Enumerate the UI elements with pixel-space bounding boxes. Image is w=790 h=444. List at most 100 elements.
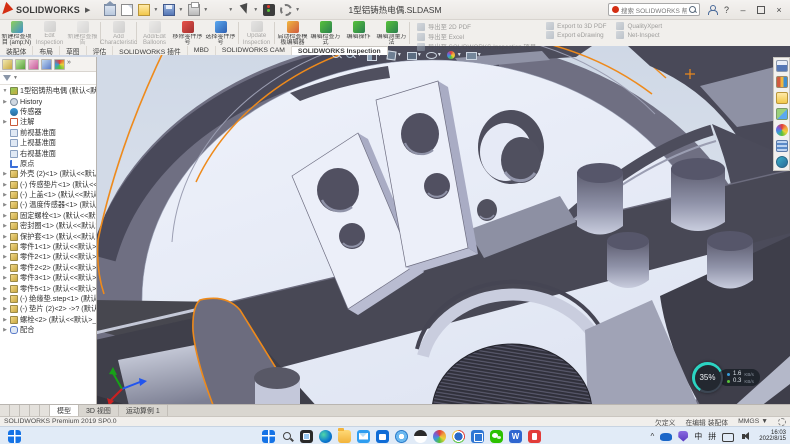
stud-4[interactable] xyxy=(707,231,753,289)
tree-item[interactable]: 传感器 xyxy=(0,107,96,117)
wechat-icon[interactable] xyxy=(490,430,503,443)
search-box[interactable]: 搜索 SOLIDWORKS 帮助 xyxy=(608,3,700,16)
expander-icon[interactable]: ▶ xyxy=(2,296,8,302)
qq-icon[interactable] xyxy=(414,430,427,443)
tab-SOLIDWORKS CAM[interactable]: SOLIDWORKS CAM xyxy=(216,46,292,55)
hide-show-items-group[interactable]: ▼ xyxy=(426,50,442,60)
stud-1[interactable] xyxy=(577,163,623,235)
file-explorer-icon[interactable] xyxy=(776,92,788,104)
expander-icon[interactable]: ▶ xyxy=(2,99,8,105)
edit-appearance-caret-icon[interactable]: ▼ xyxy=(457,52,462,58)
tree-item[interactable]: ▶零件5<1> (默认<<默认>_显示状态 xyxy=(0,283,96,293)
open-caret-icon[interactable]: ▼ xyxy=(153,7,158,13)
pointer-icon[interactable] xyxy=(238,4,250,16)
options-caret-icon[interactable]: ▼ xyxy=(295,7,300,13)
tab-布局[interactable]: 布局 xyxy=(33,46,60,55)
stud-2[interactable] xyxy=(671,158,725,231)
undo-icon[interactable] xyxy=(213,4,225,16)
splitter-tab[interactable] xyxy=(30,405,40,416)
expander-icon[interactable]: ▶ xyxy=(2,182,8,188)
stud-3[interactable] xyxy=(607,232,649,288)
tree-item[interactable]: 上视基准面 xyxy=(0,138,96,148)
display-icon[interactable] xyxy=(722,433,734,442)
add-characteristic-button[interactable]: Add Characteristic xyxy=(102,20,135,46)
save-caret-icon[interactable]: ▼ xyxy=(178,7,183,13)
tree-item[interactable]: ▶外壳 (2)<1> (默认<<默认>_显示状态 xyxy=(0,169,96,179)
security-shield-icon[interactable] xyxy=(678,431,688,442)
splitter-tab[interactable] xyxy=(0,405,10,416)
new-doc-icon[interactable] xyxy=(121,4,133,16)
print-caret-icon[interactable]: ▼ xyxy=(203,7,208,13)
units-selector[interactable]: MMGS ▼ xyxy=(738,418,768,425)
print-icon[interactable] xyxy=(188,4,200,16)
mail-icon[interactable] xyxy=(357,430,370,443)
root-expander-icon[interactable]: ▼ xyxy=(2,88,8,94)
task-view-icon[interactable] xyxy=(300,430,313,443)
tree-item[interactable]: 右视基准面 xyxy=(0,148,96,158)
view-settings-icon[interactable] xyxy=(466,50,476,60)
reader-icon[interactable] xyxy=(471,430,484,443)
view-settings-caret-icon[interactable]: ▼ xyxy=(477,52,482,58)
panel-tab-dimxpertmanager[interactable] xyxy=(41,59,52,70)
tree-item[interactable]: ▶螺栓<2> (默认<<默认>_显示状态 xyxy=(0,315,96,325)
export-item[interactable]: 导出至 SOLIDWORKS Inspection 项目 xyxy=(417,42,536,51)
edit-measurement-method-button[interactable]: 编辑测量方法 xyxy=(375,20,408,46)
expander-icon[interactable]: ▶ xyxy=(2,286,8,292)
edit-inspection-method-button[interactable]: 编辑检查方式 xyxy=(309,20,342,46)
edit-appearance-group[interactable]: ▼ xyxy=(446,50,462,60)
rebuild-icon[interactable] xyxy=(263,4,275,16)
view-orientation-group[interactable]: ▼ xyxy=(386,50,402,60)
windows-start-icon[interactable] xyxy=(262,430,275,443)
store-icon[interactable] xyxy=(376,430,389,443)
edit-inspection-project-button[interactable]: Edit Inspection Project xyxy=(33,20,66,46)
menu-flyout-arrow[interactable]: ▶ xyxy=(85,6,90,14)
tab-MBD[interactable]: MBD xyxy=(188,46,216,55)
export-item[interactable]: 导出至 Excel xyxy=(417,32,536,41)
panel-tab-displaymanager[interactable] xyxy=(54,59,65,70)
tree-item[interactable]: ▶零件3<1> (默认<<默认>_显示状态 xyxy=(0,273,96,283)
tab-装配体[interactable]: 装配体 xyxy=(0,46,33,55)
close-button[interactable]: × xyxy=(772,5,786,15)
new-inspection-project-button[interactable]: 新建检查项目 (amp;N) xyxy=(0,20,33,46)
tree-item[interactable]: ▶(-) 上盖<1> (默认<<默认>_显示状态 xyxy=(0,190,96,200)
update-inspection-project-button[interactable]: Update Inspection Project xyxy=(240,20,273,46)
export-item[interactable]: Net-Inspect xyxy=(616,31,662,39)
search-icon[interactable] xyxy=(689,6,696,13)
speaker-icon[interactable] xyxy=(740,430,753,443)
tree-item[interactable]: ▶保护套<1> (默认<<默认>_显示状态 xyxy=(0,231,96,241)
display-style-caret-icon[interactable]: ▼ xyxy=(417,52,422,58)
onedrive-icon[interactable] xyxy=(660,433,672,441)
start-button[interactable] xyxy=(8,430,21,443)
splitter-tab[interactable] xyxy=(10,405,20,416)
panel-tab-featuremanager[interactable] xyxy=(2,59,13,70)
panel-tab-propertymanager[interactable] xyxy=(15,59,26,70)
status-options-gear-icon[interactable] xyxy=(778,418,786,426)
tab-SOLIDWORKS 插件[interactable]: SOLIDWORKS 插件 xyxy=(113,46,188,55)
login-user-icon[interactable] xyxy=(707,5,717,15)
save-icon[interactable] xyxy=(163,4,175,16)
undo-caret-icon[interactable]: ▼ xyxy=(228,7,233,13)
expander-icon[interactable]: ▶ xyxy=(2,265,8,271)
expander-icon[interactable]: ▶ xyxy=(2,244,8,250)
design-library-icon[interactable] xyxy=(776,76,788,88)
export-item[interactable]: Export eDrawing xyxy=(546,31,606,39)
expander-icon[interactable]: ▶ xyxy=(2,119,8,125)
tree-item[interactable]: 原点 xyxy=(0,159,96,169)
settings-wheel-icon[interactable] xyxy=(433,430,446,443)
tree-item[interactable]: ▶(-) 温度传感器<1> (默认<<默认>_显 xyxy=(0,200,96,210)
expander-icon[interactable]: ▶ xyxy=(2,254,8,260)
export-item[interactable]: 导出至 2D PDF xyxy=(417,22,536,31)
expander-icon[interactable]: ▶ xyxy=(2,223,8,229)
edit-appearance-icon[interactable] xyxy=(446,50,456,60)
viewport-3d[interactable] xyxy=(0,46,790,410)
tree-item[interactable]: ▶固定螺栓<1> (默认<<默认>_显示状 xyxy=(0,211,96,221)
model-tab-3D 视图[interactable]: 3D 视图 xyxy=(79,405,119,416)
browser-icon[interactable] xyxy=(395,430,408,443)
hide-show-items-caret-icon[interactable]: ▼ xyxy=(437,52,442,58)
solidworks-forum-icon[interactable] xyxy=(776,156,788,168)
solidworks-resources-icon[interactable] xyxy=(776,60,788,72)
hide-show-items-icon[interactable] xyxy=(426,50,436,60)
tab-评估[interactable]: 评估 xyxy=(87,46,114,55)
netease-icon[interactable] xyxy=(528,430,541,443)
options-icon[interactable] xyxy=(280,4,292,16)
